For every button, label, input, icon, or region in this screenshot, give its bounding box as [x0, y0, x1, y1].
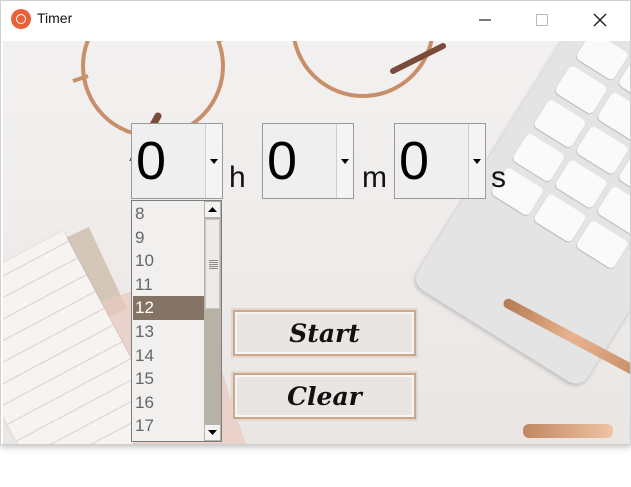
clear-button-label: Clear: [287, 381, 362, 411]
dropdown-item-selected[interactable]: 12: [133, 296, 205, 320]
minutes-dropdown-button[interactable]: [336, 124, 353, 198]
hours-unit-label: h: [229, 161, 246, 194]
hours-dropdown-button[interactable]: [205, 124, 222, 198]
seconds-select[interactable]: 0: [394, 123, 486, 199]
dropdown-item[interactable]: 13: [133, 320, 205, 344]
maximize-icon: [536, 14, 548, 26]
clear-button[interactable]: Clear: [233, 373, 416, 419]
dropdown-item[interactable]: 14: [133, 344, 205, 368]
dropdown-scrollbar[interactable]: [204, 201, 221, 441]
scroll-down-icon: [208, 430, 217, 435]
seconds-value: 0: [399, 131, 430, 191]
background-pen-cap: [523, 424, 613, 438]
timer-app-icon: [11, 9, 31, 29]
chevron-down-icon: [210, 158, 218, 164]
title-bar: Timer: [1, 1, 630, 39]
minutes-unit-label: m: [362, 161, 387, 194]
dropdown-item[interactable]: 15: [133, 367, 205, 391]
close-button[interactable]: [571, 1, 629, 39]
minutes-select[interactable]: 0: [262, 123, 354, 199]
scroll-down-button[interactable]: [205, 425, 220, 440]
scroll-up-icon: [208, 207, 217, 212]
dropdown-item[interactable]: 16: [133, 391, 205, 415]
maximize-button[interactable]: [513, 1, 571, 39]
start-button-label: Start: [289, 318, 360, 348]
minimize-icon: [479, 19, 491, 21]
dropdown-item[interactable]: 17: [133, 414, 205, 438]
scroll-up-button[interactable]: [205, 202, 220, 217]
dropdown-item[interactable]: 11: [133, 273, 205, 297]
hours-select[interactable]: 0: [131, 123, 223, 199]
chevron-down-icon: [473, 158, 481, 164]
hours-dropdown-list[interactable]: 8 9 10 11 12 13 14 15 16 17: [131, 200, 222, 442]
minutes-value: 0: [267, 131, 298, 191]
minimize-button[interactable]: [456, 1, 514, 39]
start-button[interactable]: Start: [233, 310, 416, 356]
chevron-down-icon: [341, 158, 349, 164]
dropdown-item[interactable]: 10: [133, 249, 205, 273]
dropdown-item[interactable]: 9: [133, 226, 205, 250]
seconds-unit-label: s: [491, 161, 506, 194]
window-title: Timer: [37, 10, 73, 26]
scrollbar-thumb[interactable]: [205, 219, 220, 309]
dropdown-items: 8 9 10 11 12 13 14 15 16 17: [133, 202, 205, 438]
dropdown-item[interactable]: 8: [133, 202, 205, 226]
close-icon: [593, 13, 607, 27]
hours-value: 0: [136, 131, 167, 191]
seconds-dropdown-button[interactable]: [468, 124, 485, 198]
